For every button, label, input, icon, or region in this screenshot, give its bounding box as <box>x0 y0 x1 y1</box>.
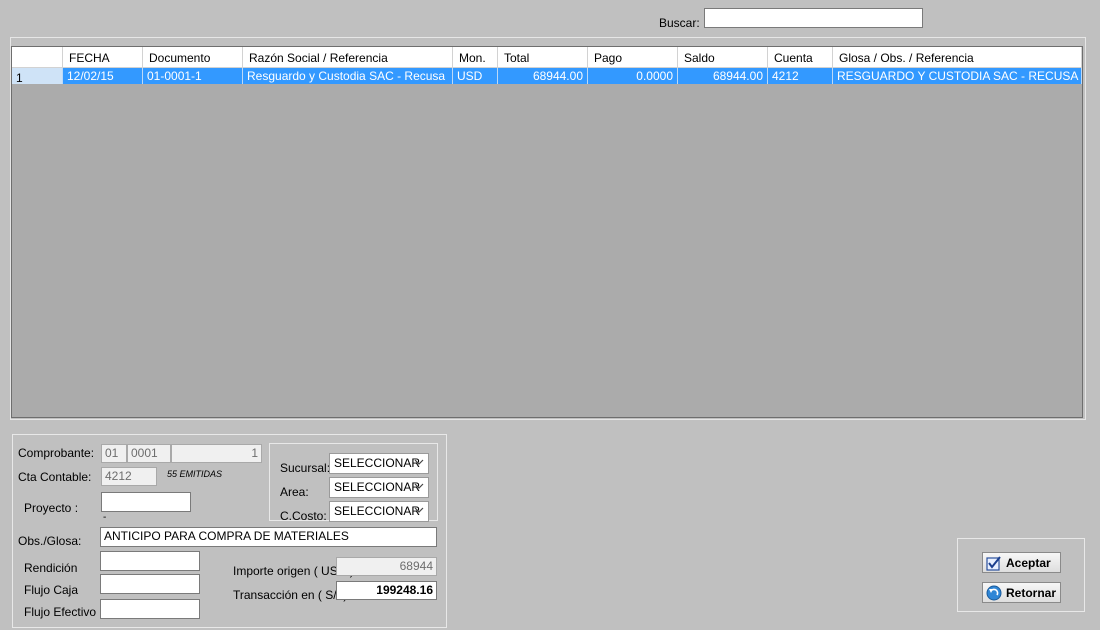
rendicion-input[interactable] <box>100 551 200 571</box>
obs-glosa-label: Obs./Glosa: <box>18 534 82 548</box>
sucursal-label: Sucursal: <box>280 461 331 475</box>
aceptar-label: Aceptar <box>1006 555 1051 570</box>
row-header-corner <box>12 47 63 68</box>
sucursal-select[interactable]: SELECCIONAR <box>329 453 429 474</box>
ccosto-value: SELECCIONAR <box>334 504 421 518</box>
column-header-glosa[interactable]: Glosa / Obs. / Referencia <box>833 47 1082 68</box>
emitidas-count: 55 EMITIDAS <box>167 469 223 479</box>
area-label: Area: <box>280 485 309 499</box>
column-header-saldo[interactable]: Saldo <box>678 47 768 68</box>
cell-total[interactable]: 68944.00 <box>498 68 588 84</box>
ccosto-select[interactable]: SELECCIONAR <box>329 501 429 522</box>
cell-moneda[interactable]: USD <box>453 68 498 84</box>
comprobante-correlativo-field: 1 <box>171 444 262 463</box>
cell-pago[interactable]: 0.0000 <box>588 68 678 84</box>
cell-razon-social[interactable]: Resguardo y Custodia SAC - Recusa <box>243 68 453 84</box>
column-header-pago[interactable]: Pago <box>588 47 678 68</box>
cta-contable-field: 4212 <box>101 467 157 486</box>
results-grid[interactable]: FECHA Documento Razón Social / Referenci… <box>11 46 1083 418</box>
column-header-moneda[interactable]: Mon. <box>453 47 498 68</box>
retornar-label: Retornar <box>1006 585 1057 600</box>
column-header-documento[interactable]: Documento <box>143 47 243 68</box>
comprobante-serie-field: 01 <box>101 444 127 463</box>
column-header-fecha[interactable]: FECHA <box>63 47 143 68</box>
chevron-down-icon <box>414 507 424 513</box>
return-arrow-icon <box>986 585 1002 600</box>
aceptar-button[interactable]: Aceptar <box>982 552 1061 573</box>
proyecto-description: - <box>103 512 107 523</box>
retornar-button[interactable]: Retornar <box>982 582 1061 603</box>
search-label: Buscar: <box>659 16 700 30</box>
rendicion-label: Rendición <box>24 561 78 575</box>
cell-saldo[interactable]: 68944.00 <box>678 68 768 84</box>
chevron-down-icon <box>414 459 424 465</box>
transaccion-label: Transacción en ( S/. ) <box>233 588 348 602</box>
proyecto-input[interactable] <box>101 492 191 512</box>
area-select[interactable]: SELECCIONAR <box>329 477 429 498</box>
chevron-down-icon <box>414 483 424 489</box>
flujo-efectivo-input[interactable] <box>100 599 200 619</box>
checkbox-check-icon <box>986 555 1001 571</box>
area-value: SELECCIONAR <box>334 480 421 494</box>
cell-glosa[interactable]: RESGUARDO Y CUSTODIA SAC - RECUSA <box>833 68 1082 84</box>
transaccion-field[interactable]: 199248.16 <box>336 581 437 600</box>
cell-fecha[interactable]: 12/02/15 <box>63 68 143 84</box>
cta-contable-label: Cta Contable: <box>18 470 92 484</box>
flujo-efectivo-label: Flujo Efectivo <box>24 605 97 619</box>
proyecto-label: Proyecto : <box>24 501 79 515</box>
column-header-cuenta[interactable]: Cuenta <box>768 47 833 68</box>
obs-glosa-input[interactable]: ANTICIPO PARA COMPRA DE MATERIALES <box>100 527 437 547</box>
comprobante-numero-field: 0001 <box>127 444 171 463</box>
comprobante-label: Comprobante: <box>18 446 95 460</box>
ccosto-label: C.Costo: <box>280 509 327 523</box>
row-number[interactable]: 1 <box>12 68 63 84</box>
column-header-total[interactable]: Total <box>498 47 588 68</box>
flujo-caja-label: Flujo Caja <box>24 583 79 597</box>
flujo-caja-input[interactable] <box>100 574 200 594</box>
cell-documento[interactable]: 01-0001-1 <box>143 68 243 84</box>
search-input[interactable] <box>704 8 923 28</box>
sucursal-value: SELECCIONAR <box>334 456 421 470</box>
cell-cuenta[interactable]: 4212 <box>768 68 833 84</box>
column-header-razon-social[interactable]: Razón Social / Referencia <box>243 47 453 68</box>
importe-origen-field: 68944 <box>336 557 437 576</box>
